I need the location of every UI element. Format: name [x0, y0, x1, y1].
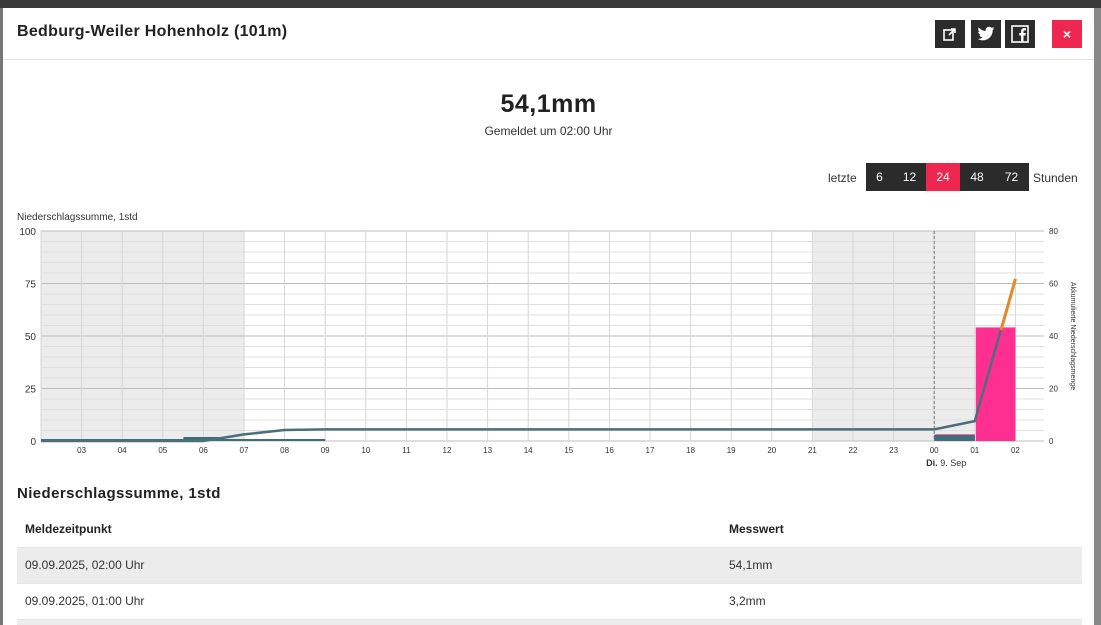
x-tick-label: 02	[1011, 446, 1020, 455]
date-label-weekday: Di.	[926, 458, 940, 468]
chart-title: Niederschlagssumme, 1std	[17, 212, 138, 223]
range-button-48[interactable]: 48	[960, 163, 994, 191]
x-tick-label: 01	[970, 446, 979, 455]
y-tick-label-right: 80	[1049, 227, 1058, 236]
measurement-table: Meldezeitpunkt Messwert 09.09.2025, 02:0…	[17, 512, 1082, 625]
x-tick-label: 15	[564, 446, 573, 455]
share-icon	[943, 28, 956, 41]
range-button-72[interactable]: 72	[994, 163, 1029, 191]
x-tick-label: 21	[808, 446, 817, 455]
x-tick-label: 08	[280, 446, 289, 455]
twitter-share-button[interactable]	[971, 20, 1001, 48]
y-tick-label-left: 25	[25, 385, 37, 396]
table-cell-time: 09.09.2025, 01:00 Uhr	[25, 594, 145, 608]
x-tick-label: 03	[77, 446, 86, 455]
y-tick-label-right: 60	[1049, 280, 1058, 289]
chart-svg: Niederschlagssumme, 1std0255075100020406…	[17, 212, 1076, 468]
range-button-24[interactable]: 24	[926, 163, 960, 191]
background-page	[0, 0, 1101, 8]
facebook-share-button[interactable]	[1005, 20, 1035, 48]
y-tick-label-right: 0	[1049, 437, 1054, 446]
y-tick-label-left: 100	[19, 227, 36, 238]
x-tick-label: 12	[443, 446, 452, 455]
current-value: 54,1mm	[500, 90, 597, 118]
date-label: Di. 9. Sep	[926, 458, 966, 468]
table-row: 09.09.2025, 01:00 Uhr 3,2mm	[17, 584, 1082, 620]
close-button[interactable]: ×	[1052, 20, 1082, 48]
x-tick-label: 20	[767, 446, 776, 455]
table-cell-value: 3,2mm	[729, 594, 766, 608]
column-header-value: Messwert	[729, 522, 784, 536]
x-tick-label: 17	[646, 446, 655, 455]
x-tick-label: 22	[849, 446, 858, 455]
y-tick-label-right: 40	[1049, 332, 1058, 341]
table-cell-value: 54,1mm	[729, 558, 773, 572]
modal-header: Bedburg-Weiler Hohenholz (101m) ×	[3, 8, 1094, 60]
table-row: 09.09.2025, 02:00 Uhr 54,1mm	[17, 548, 1082, 584]
x-tick-label: 19	[727, 446, 736, 455]
table-cell-time: 09.09.2025, 02:00 Uhr	[25, 558, 145, 572]
range-prefix: letzte	[828, 171, 857, 185]
y-tick-label-left: 0	[30, 437, 36, 448]
y-tick-label-left: 50	[25, 332, 37, 343]
x-tick-label: 06	[199, 446, 208, 455]
y-tick-label-right: 20	[1049, 385, 1058, 394]
facebook-icon	[1011, 25, 1029, 43]
y-tick-label-left: 75	[25, 280, 37, 291]
baseline-bar	[934, 435, 975, 441]
table-title: Niederschlagssumme, 1std	[17, 485, 221, 502]
x-tick-label: 11	[402, 446, 411, 455]
y-axis-label-right: Akkumulierte Niederschlagsmenge	[1069, 282, 1076, 390]
range-suffix: Stunden	[1033, 171, 1078, 185]
twitter-icon	[977, 26, 995, 41]
x-tick-label: 23	[889, 446, 898, 455]
station-modal: Bedburg-Weiler Hohenholz (101m) × 54,1mm…	[3, 8, 1094, 625]
x-tick-label: 05	[158, 446, 167, 455]
x-tick-label: 04	[118, 446, 127, 455]
x-tick-label: 14	[524, 446, 533, 455]
range-button-12[interactable]: 12	[893, 163, 926, 191]
x-tick-label: 13	[483, 446, 492, 455]
x-tick-label: 07	[240, 446, 249, 455]
range-button-6[interactable]: 6	[866, 163, 893, 191]
column-header-time: Meldezeitpunkt	[25, 522, 112, 536]
share-button[interactable]	[935, 20, 965, 48]
precipitation-chart: Niederschlagssumme, 1std 0 25 50 75 100 0 20 40 6…	[3, 198, 1094, 468]
modal-title: Bedburg-Weiler Hohenholz (101m)	[17, 23, 288, 40]
x-tick-label: 00	[930, 446, 939, 455]
reported-time: Gemeldet um 02:00 Uhr	[484, 124, 613, 138]
close-icon: ×	[1062, 26, 1072, 42]
date-label-date: 9. Sep	[940, 458, 966, 468]
background-page-right	[1094, 8, 1101, 625]
x-tick-label: 16	[605, 446, 614, 455]
x-tick-label: 10	[361, 446, 370, 455]
table-row-partial	[17, 620, 1082, 625]
x-tick-label: 09	[321, 446, 330, 455]
table-header-row: Meldezeitpunkt Messwert	[17, 512, 1082, 548]
x-tick-label: 18	[686, 446, 695, 455]
